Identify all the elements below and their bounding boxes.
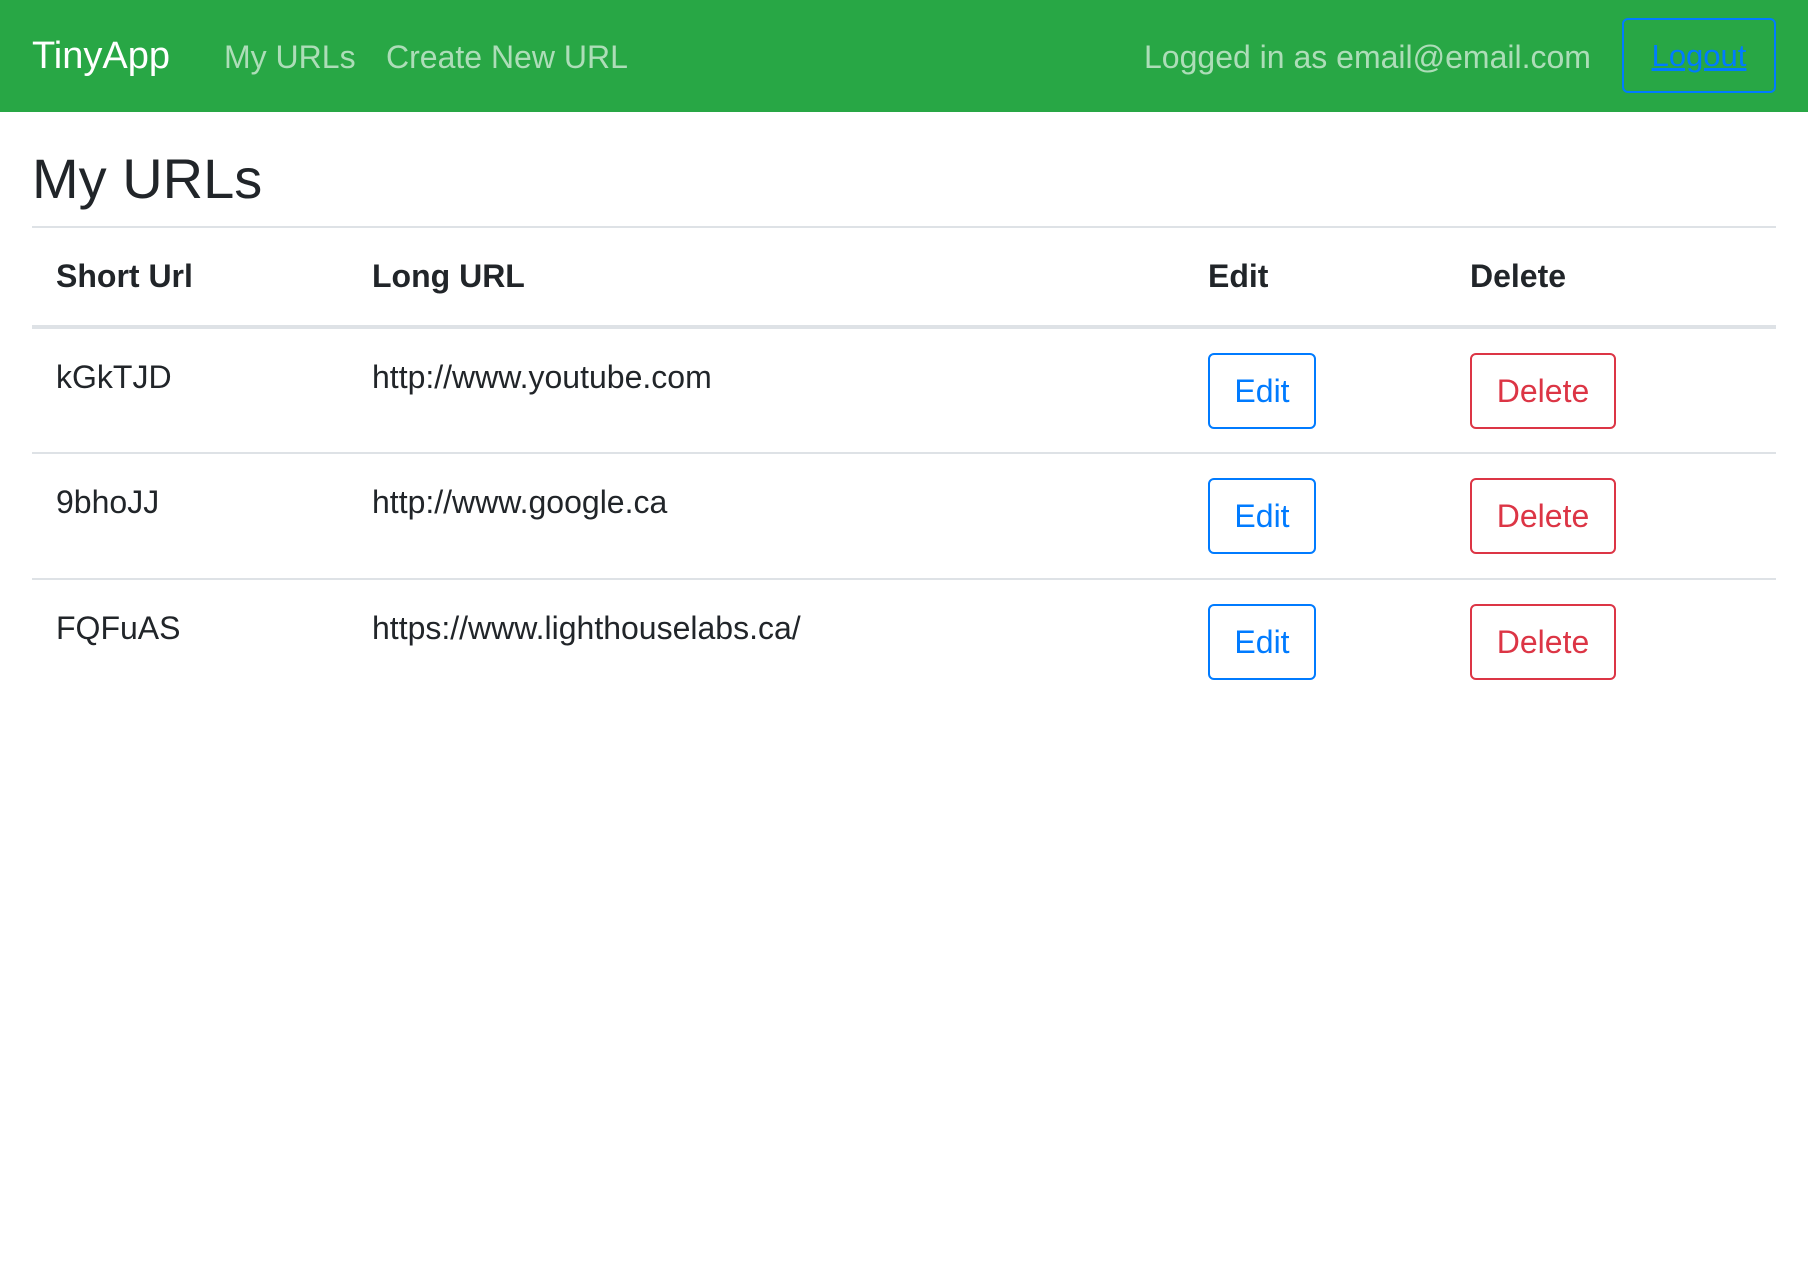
short-url-cell: 9bhoJJ bbox=[32, 452, 348, 579]
edit-cell: Edit bbox=[1184, 327, 1446, 453]
header-short-url: Short Url bbox=[32, 226, 348, 329]
short-url-cell: FQFuAS bbox=[32, 578, 348, 705]
header-edit: Edit bbox=[1184, 226, 1446, 329]
edit-cell: Edit bbox=[1184, 578, 1446, 705]
long-url-cell: http://www.youtube.com bbox=[372, 359, 712, 395]
long-url-cell: http://www.google.ca bbox=[348, 452, 1184, 579]
short-url-cell: kGkTJD bbox=[56, 359, 172, 395]
top-navbar: TinyApp My URLs Create New URL Logged in… bbox=[0, 0, 1808, 112]
edit-cell: Edit bbox=[1184, 452, 1446, 579]
delete-cell: Delete bbox=[1446, 578, 1776, 705]
header-row: Short Url Long URL Edit Delete bbox=[32, 226, 1776, 329]
delete-button[interactable]: Delete bbox=[1470, 604, 1616, 680]
table-row: 9bhoJJ http://www.google.ca Edit Delete bbox=[32, 452, 1776, 579]
brand-link[interactable]: TinyApp bbox=[32, 30, 170, 82]
nav-create-new-url-link[interactable]: Create New URL bbox=[386, 34, 628, 80]
delete-cell: Delete bbox=[1446, 327, 1776, 453]
edit-button[interactable]: Edit bbox=[1208, 478, 1316, 554]
edit-button[interactable]: Edit bbox=[1208, 604, 1316, 680]
table-header: Short Url Long URL Edit Delete bbox=[32, 226, 1776, 329]
long-url-cell: https://www.lighthouselabs.ca/ bbox=[348, 578, 1184, 705]
delete-button[interactable]: Delete bbox=[1470, 478, 1616, 554]
header-delete: Delete bbox=[1446, 226, 1776, 329]
table-row: kGkTJD http://www.youtube.com Edit Delet… bbox=[32, 327, 1776, 453]
page-title: My URLs bbox=[32, 147, 263, 210]
header-long-url: Long URL bbox=[348, 226, 1184, 329]
delete-cell: Delete bbox=[1446, 452, 1776, 579]
edit-button[interactable]: Edit bbox=[1208, 353, 1316, 429]
urls-table: Short Url Long URL Edit Delete kGkTJD ht… bbox=[32, 226, 1776, 705]
nav-my-urls-link[interactable]: My URLs bbox=[224, 34, 356, 80]
delete-button[interactable]: Delete bbox=[1470, 353, 1616, 429]
table-body: kGkTJD http://www.youtube.com Edit Delet… bbox=[32, 327, 1776, 705]
logout-button[interactable]: Logout bbox=[1622, 18, 1776, 93]
table-row: FQFuAS https://www.lighthouselabs.ca/ Ed… bbox=[32, 578, 1776, 705]
logged-in-status: Logged in as email@email.com bbox=[1144, 39, 1591, 75]
